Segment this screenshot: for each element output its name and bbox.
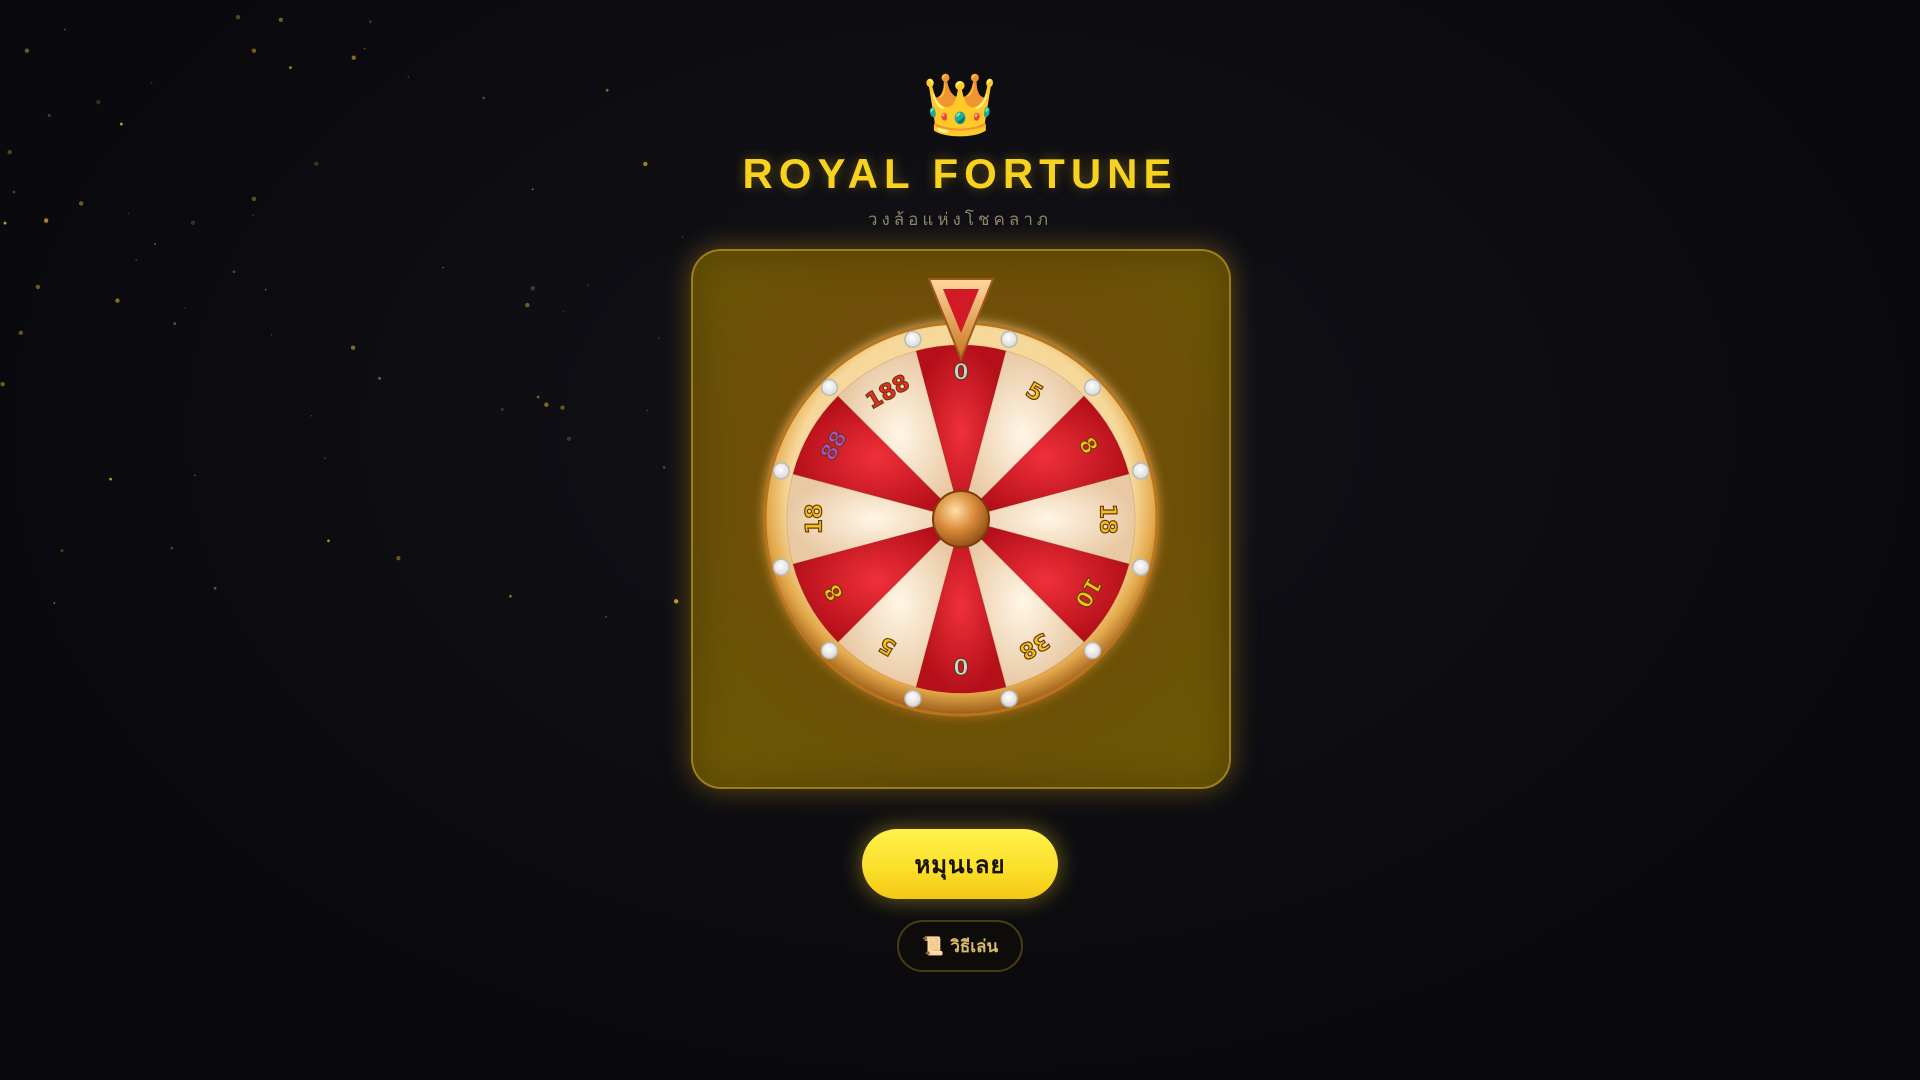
sparkle-dot: [64, 28, 66, 31]
sparkle-dot: [378, 376, 381, 380]
rim-bulb: [772, 462, 791, 480]
sparkle-dot: [351, 55, 356, 60]
rim-bulb: [820, 641, 839, 660]
sparkle-dot: [170, 546, 174, 550]
sparkle-dot: [562, 310, 565, 313]
rim-bulb: [1131, 558, 1150, 576]
sparkle-dot: [500, 407, 504, 411]
sparkle-dot: [109, 477, 112, 481]
sparkle-dot: [544, 402, 549, 407]
sparkle-dot: [289, 66, 292, 70]
sparkle-dot: [154, 243, 156, 245]
sparkle-dot: [363, 47, 366, 50]
sparkle-dot: [213, 586, 217, 590]
sparkle-dot: [442, 266, 444, 269]
sparkle-dot: [264, 288, 267, 291]
sparkle-dot: [18, 330, 24, 336]
rim-bulb: [820, 378, 839, 397]
fortune-wheel: 0581810380581888188: [763, 278, 1159, 717]
wheel-segment-label: 18: [1095, 504, 1120, 535]
scroll-icon: 📜: [921, 935, 945, 957]
sparkle-dot: [135, 259, 137, 261]
sparkle-dot: [368, 20, 372, 24]
sparkle-dot: [251, 48, 257, 53]
sparkle-dot: [509, 594, 512, 598]
sparkle-dot: [525, 302, 530, 308]
rim-bulb: [1083, 378, 1102, 397]
sparkle-dot: [566, 436, 572, 442]
rim-bulb: [1083, 641, 1102, 660]
wheel-panel: 0 5 8 18 10 38 0 5 8 18 88 188: [691, 249, 1231, 789]
sparkle-dot: [396, 555, 401, 561]
sparkle-dot: [232, 270, 236, 274]
spin-button[interactable]: หมุนเลย: [862, 829, 1058, 899]
rim-bulb: [1131, 462, 1150, 480]
sparkle-dot: [0, 381, 5, 387]
game-subtitle: วงล้อแห่งโชคลาภ: [867, 210, 1053, 230]
sparkle-dot: [173, 322, 177, 325]
sparkle-dot: [536, 395, 540, 399]
how-to-play-button[interactable]: 📜 วิธีเล่น: [897, 920, 1023, 972]
sparkle-dot: [24, 48, 30, 53]
wheel-hub: [932, 490, 990, 548]
sparkle-dot: [646, 409, 649, 412]
rim-bulb: [1000, 689, 1018, 708]
sparkle-dot: [673, 599, 679, 604]
wheel-segment-label: 0: [953, 653, 968, 678]
rim-bulb: [904, 689, 922, 708]
rim-bulb: [904, 330, 922, 349]
sparkle-dot: [278, 17, 284, 22]
sparkle-dot: [324, 457, 326, 459]
sparkle-dot: [681, 236, 684, 238]
sparkle-dot: [60, 549, 64, 553]
sparkle-dot: [115, 298, 120, 303]
game-stage: 👑 ROYAL FORTUNE วงล้อแห่งโชคลาภ 0 5 8 18…: [0, 0, 1920, 1080]
header: 👑 ROYAL FORTUNE วงล้อแห่งโชคลาภ: [0, 70, 1920, 233]
sparkle-dot: [587, 284, 589, 287]
how-to-play-label: วิธีเล่น: [950, 936, 999, 957]
sparkle-dot: [530, 286, 535, 291]
sparkle-dot: [560, 405, 565, 410]
sparkle-dot: [193, 474, 196, 477]
rim-bulb: [1000, 330, 1018, 349]
sparkle-dot: [657, 337, 660, 339]
sparkle-dot: [605, 615, 607, 618]
sparkle-dot: [350, 345, 356, 350]
sparkle-dot: [184, 307, 186, 309]
sparkle-dot: [53, 602, 56, 604]
sparkle-dot: [327, 539, 330, 543]
wheel-segment-label: 18: [803, 504, 828, 535]
sparkle-dot: [35, 284, 41, 290]
wheel-segment-label: 0: [953, 361, 968, 386]
game-title: ROYAL FORTUNE: [742, 150, 1178, 197]
sparkle-dot: [235, 14, 241, 20]
crown-icon: 👑: [922, 70, 998, 140]
sparkle-dot: [310, 414, 313, 417]
sparkle-dot: [662, 465, 666, 469]
rim-bulb: [772, 558, 791, 576]
sparkle-dot: [270, 333, 273, 336]
